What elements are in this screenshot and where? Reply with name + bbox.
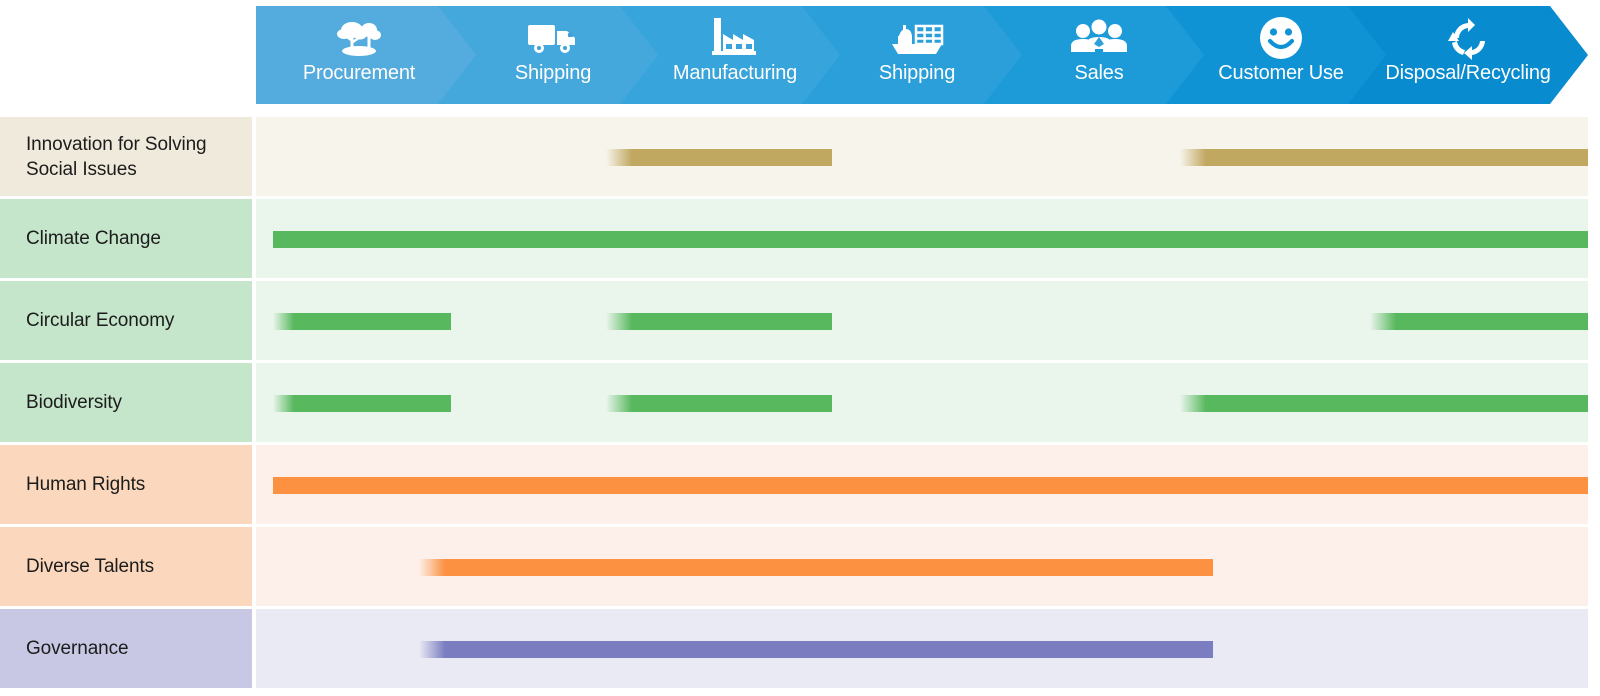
coverage-bar (273, 476, 1588, 494)
topic-track (256, 199, 1588, 278)
topic-track (256, 363, 1588, 442)
topic-track (256, 609, 1588, 688)
topic-label-cell[interactable]: Circular Economy (0, 281, 252, 360)
topic-label-cell[interactable]: Climate Change (0, 199, 252, 278)
coverage-bar (273, 230, 1588, 248)
coverage-bar (606, 394, 832, 412)
chain-step-label: Disposal/Recycling (1385, 62, 1551, 84)
chain-step-label: Procurement (302, 62, 416, 84)
topic-label-cell[interactable]: Diverse Talents (0, 527, 252, 606)
coverage-bar (419, 640, 1213, 658)
topic-label-text: Climate Change (26, 228, 161, 249)
topic-track (256, 445, 1588, 524)
topic-row: Governance (0, 609, 1600, 688)
topic-label-text: Governance (26, 638, 129, 659)
recycle-icon (1445, 16, 1491, 60)
topic-track (256, 281, 1588, 360)
chain-step-label: Sales (1074, 62, 1124, 84)
topic-row: Circular Economy (0, 281, 1600, 360)
factory-icon (710, 16, 760, 60)
chain-step-label: Customer Use (1218, 62, 1344, 84)
value-chain-header: Procurement Shipping Manufacturing Shipping… (256, 6, 1588, 104)
material-topic-rows: Innovation for Solving Social Issues Clim… (0, 117, 1600, 691)
topic-track (256, 527, 1588, 606)
topic-row: Innovation for Solving Social Issues (0, 117, 1600, 196)
smiley-icon (1259, 16, 1303, 60)
coverage-bar (1180, 394, 1588, 412)
topic-label-text: Circular Economy (26, 310, 175, 331)
topic-label-text: Biodiversity (26, 392, 122, 413)
topic-track (256, 117, 1588, 196)
topic-label-text: Innovation for Solving Social Issues (26, 133, 207, 180)
chain-step-label: Manufacturing (672, 62, 798, 84)
coverage-bar (606, 148, 832, 166)
chain-step-label: Shipping (514, 62, 592, 84)
topic-row: Diverse Talents (0, 527, 1600, 606)
chain-step-label: Shipping (878, 62, 956, 84)
topic-label-text: Diverse Talents (26, 556, 155, 577)
topic-label-cell[interactable]: Innovation for Solving Social Issues (0, 117, 252, 196)
topic-row: Climate Change (0, 199, 1600, 278)
people-icon (1070, 16, 1128, 60)
value-chain-materiality-matrix: Procurement Shipping Manufacturing Shipping… (0, 0, 1600, 696)
topic-row: Human Rights (0, 445, 1600, 524)
ship-icon (888, 16, 946, 60)
truck-icon (527, 16, 579, 60)
tree-icon (335, 16, 383, 60)
coverage-bar (606, 312, 832, 330)
topic-label-cell[interactable]: Biodiversity (0, 363, 252, 442)
topic-row: Biodiversity (0, 363, 1600, 442)
topic-label-cell[interactable]: Human Rights (0, 445, 252, 524)
topic-label-cell[interactable]: Governance (0, 609, 252, 688)
coverage-bar (273, 312, 451, 330)
coverage-bar (273, 394, 451, 412)
topic-label-text: Human Rights (26, 474, 146, 495)
coverage-bar (1180, 148, 1588, 166)
coverage-bar (419, 558, 1213, 576)
coverage-bar (1370, 312, 1588, 330)
